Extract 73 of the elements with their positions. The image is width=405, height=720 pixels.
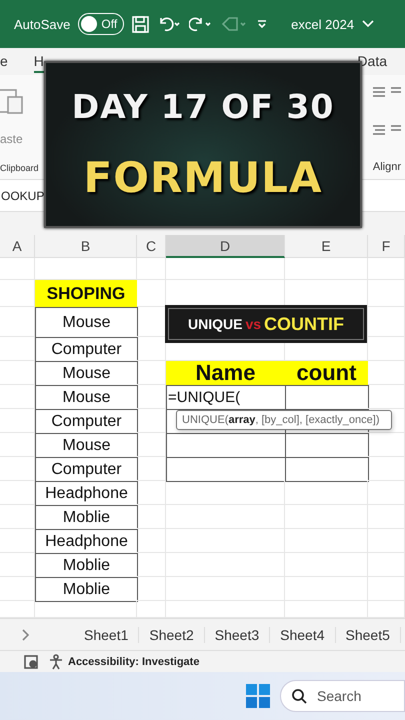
autosave-label: AutoSave	[14, 16, 70, 32]
banner-text: UNIQUE	[188, 316, 242, 332]
table-cell: Name	[166, 361, 285, 385]
table-cell	[368, 385, 405, 409]
table-cell	[137, 258, 166, 280]
table-cell: Computer	[35, 337, 138, 362]
table-cell: Moblie	[35, 505, 138, 530]
accessibility-icon[interactable]	[48, 654, 64, 670]
sheet-tab[interactable]: Sheet3	[204, 626, 270, 642]
banner-text: vs	[245, 316, 262, 332]
column-header[interactable]: F	[368, 235, 405, 258]
column-header[interactable]: E	[285, 235, 368, 258]
undo-icon[interactable]	[157, 16, 182, 32]
windows-icon[interactable]	[246, 684, 270, 708]
table-cell: Moblie	[35, 553, 138, 578]
column-header[interactable]: A	[0, 235, 35, 258]
table-cell	[368, 529, 405, 553]
banner-text: COUNTIF	[264, 314, 344, 334]
title-line: FORMULA	[84, 153, 322, 202]
table-cell	[368, 577, 405, 601]
function-tooltip: UNIQUE(array, [by_col], [exactly_once])	[176, 410, 392, 430]
column-header[interactable]: D	[166, 235, 285, 258]
table-cell: Mouse	[35, 307, 138, 338]
table-cell	[0, 258, 35, 280]
table-cell: Moblie	[35, 577, 138, 602]
column-header[interactable]: C	[137, 235, 166, 258]
table-cell: Mouse	[35, 361, 138, 386]
table-cell	[368, 481, 405, 505]
table-cell: =UNIQUE(	[166, 385, 286, 410]
table-cell	[137, 577, 166, 601]
table-cell: count	[285, 361, 368, 385]
autosave-toggle[interactable]: Off	[78, 13, 124, 35]
table-cell	[368, 457, 405, 481]
table-cell: Mouse	[35, 433, 138, 458]
table-cell: Computer	[35, 409, 138, 434]
table-cell	[368, 258, 405, 280]
group-label: Alignr	[372, 161, 401, 173]
chevron-right-icon[interactable]	[20, 628, 30, 640]
sheet-tab[interactable]: Sheet5	[336, 626, 401, 642]
table-cell: Mouse	[35, 385, 138, 410]
table-cell: Headphone	[35, 481, 138, 506]
save-icon[interactable]	[132, 16, 150, 32]
table-cell	[368, 337, 405, 361]
sheet-tab[interactable]: Sheet4	[270, 626, 336, 642]
align-icon[interactable]	[371, 123, 401, 137]
table-cell	[137, 529, 166, 553]
table-cell	[137, 481, 166, 505]
table-cell	[368, 553, 405, 577]
redo-icon[interactable]	[189, 16, 214, 32]
table-cell	[137, 553, 166, 577]
align-icon[interactable]	[371, 85, 401, 99]
group-label: Clipboard	[0, 163, 39, 173]
title-line: DAY 17 OF 30	[72, 86, 334, 126]
file-name[interactable]: excel 2024	[291, 16, 354, 32]
table-cell: Computer	[35, 457, 138, 482]
table-cell	[368, 361, 405, 385]
table-cell: Headphone	[35, 529, 138, 554]
table-cell	[368, 433, 405, 457]
ribbon-tab[interactable]: e	[0, 50, 8, 72]
sheet-tab[interactable]: Sheet1	[74, 626, 140, 642]
search-field[interactable]: Search	[280, 680, 405, 712]
table-cell	[368, 505, 405, 529]
table-cell	[368, 307, 405, 337]
name-box[interactable]: OOKUP	[1, 188, 44, 202]
macro-icon[interactable]	[24, 654, 38, 668]
table-cell	[368, 280, 405, 307]
accessibility-status[interactable]: Accessibility: Investigate	[68, 656, 200, 668]
table-cell: SHOPING	[35, 280, 137, 307]
column-header[interactable]: B	[35, 235, 137, 258]
chevron-icon[interactable]	[362, 19, 374, 29]
sheet-tab[interactable]: Sheet2	[139, 626, 205, 642]
table-cell	[137, 505, 166, 529]
search-icon	[291, 688, 307, 704]
